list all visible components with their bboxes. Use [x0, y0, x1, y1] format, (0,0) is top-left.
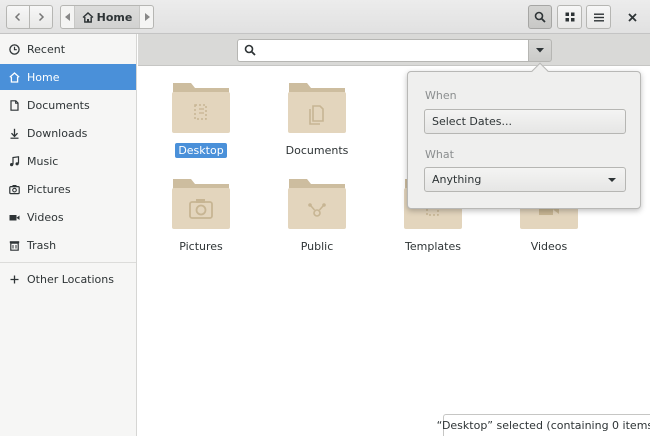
hamburger-menu-icon	[593, 13, 604, 21]
sidebar-item-other-locations[interactable]: Other Locations	[0, 266, 136, 292]
search-input[interactable]	[262, 43, 522, 58]
triangle-left-icon	[64, 13, 70, 21]
sidebar-item-label: Music	[27, 154, 59, 168]
folder-public-icon	[288, 179, 346, 229]
file-label: Documents	[285, 144, 349, 157]
sidebar-item-recent[interactable]: Recent	[0, 36, 136, 62]
search-icon	[244, 44, 256, 59]
file-item-desktop[interactable]: Desktop	[151, 79, 251, 158]
search-entry[interactable]	[237, 39, 529, 62]
file-label: Videos	[530, 240, 568, 253]
sidebar-item-downloads[interactable]: Downloads	[0, 120, 136, 146]
sidebar-item-label: Documents	[27, 98, 90, 112]
download-icon	[9, 128, 20, 139]
trash-icon	[9, 240, 20, 251]
file-label: Public	[300, 240, 334, 253]
sidebar-item-music[interactable]: Music	[0, 148, 136, 174]
search-options-button[interactable]	[528, 39, 552, 62]
sidebar-item-trash[interactable]: Trash	[0, 232, 136, 258]
sidebar-item-label: Home	[27, 70, 60, 84]
triangle-right-icon	[144, 13, 150, 21]
select-dates-label: Select Dates...	[432, 115, 512, 128]
plus-icon	[9, 274, 20, 285]
music-icon	[9, 155, 20, 167]
path-home-button[interactable]: Home	[75, 6, 139, 28]
path-scroll-right-button[interactable]	[139, 6, 153, 28]
file-label: Desktop	[175, 143, 227, 158]
search-bar	[138, 34, 650, 66]
sidebar-divider	[0, 262, 136, 263]
menu-button[interactable]	[586, 5, 611, 29]
selection-status: “Desktop” selected (containing 0 items)	[437, 414, 650, 436]
search-options-popover: When Select Dates... What Anything	[407, 62, 641, 209]
folder-desktop-icon	[172, 83, 230, 133]
sidebar: Recent Home Documents Downloads Music Pi…	[0, 34, 137, 436]
back-button[interactable]	[6, 5, 30, 29]
when-label: When	[425, 89, 457, 102]
sidebar-item-videos[interactable]: Videos	[0, 204, 136, 230]
what-dropdown[interactable]: Anything	[424, 167, 626, 192]
view-grid-button[interactable]	[557, 5, 582, 29]
folder-pictures-icon	[172, 179, 230, 229]
folder-documents-icon	[288, 83, 346, 133]
file-label: Templates	[405, 240, 461, 253]
file-item-documents[interactable]: Documents	[267, 79, 367, 158]
what-label: What	[425, 148, 454, 161]
sidebar-item-home[interactable]: Home	[0, 64, 136, 90]
file-label: Pictures	[179, 240, 223, 253]
header-bar: Home	[0, 0, 650, 34]
sidebar-item-pictures[interactable]: Pictures	[0, 176, 136, 202]
close-icon	[627, 12, 637, 22]
sidebar-item-label: Trash	[27, 238, 57, 252]
chevron-left-icon	[14, 12, 21, 22]
sidebar-item-label: Pictures	[27, 182, 71, 196]
path-home-label: Home	[96, 10, 133, 24]
clock-icon	[9, 43, 20, 55]
file-item-public[interactable]: Public	[267, 175, 367, 254]
home-icon	[82, 11, 94, 23]
sidebar-item-label: Downloads	[27, 126, 88, 140]
home-icon	[9, 71, 20, 83]
chevron-down-icon	[608, 178, 616, 182]
search-button[interactable]	[528, 5, 552, 29]
camera-icon	[9, 184, 20, 195]
sidebar-item-label: Recent	[27, 42, 66, 56]
forward-button[interactable]	[29, 5, 53, 29]
close-window-button[interactable]	[622, 8, 642, 26]
path-scroll-left-button[interactable]	[61, 6, 75, 28]
sidebar-item-documents[interactable]: Documents	[0, 92, 136, 118]
video-icon	[9, 212, 20, 223]
grid-view-icon	[565, 12, 574, 22]
file-item-pictures[interactable]: Pictures	[151, 175, 251, 254]
sidebar-item-label: Videos	[27, 210, 64, 224]
path-bar: Home	[60, 5, 154, 29]
select-dates-button[interactable]: Select Dates...	[424, 109, 626, 134]
sidebar-item-label: Other Locations	[27, 272, 114, 286]
triangle-down-icon	[536, 48, 544, 53]
search-icon	[534, 11, 546, 23]
chevron-right-icon	[38, 12, 45, 22]
what-selected-value: Anything	[432, 173, 482, 186]
document-icon	[9, 99, 20, 111]
